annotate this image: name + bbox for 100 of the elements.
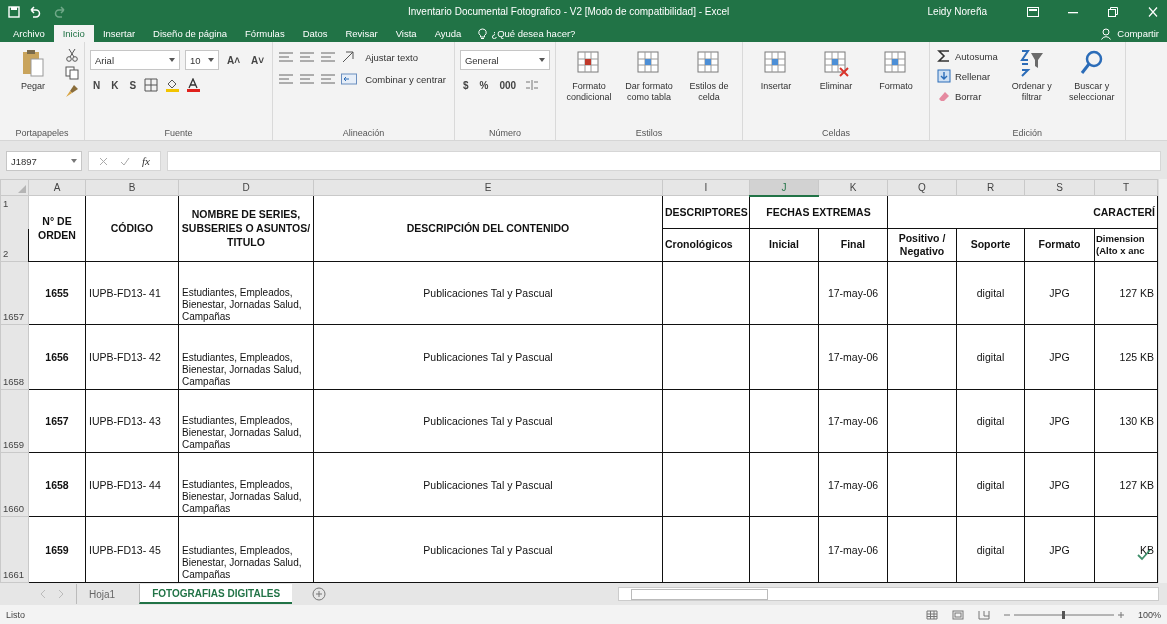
dropdown-field[interactable]: General (459, 50, 550, 70)
align-icon[interactable] (278, 72, 295, 86)
insert-function-button[interactable]: fx (142, 155, 150, 167)
ribbon-tab[interactable]: Datos (293, 25, 337, 42)
ribbon-button[interactable]: Eliminar (807, 46, 864, 95)
ribbon-button[interactable]: Ajustar texto (362, 50, 421, 64)
redo-icon[interactable] (52, 5, 68, 18)
column-header[interactable]: J (749, 179, 819, 196)
decimals-icon[interactable] (524, 78, 541, 92)
ribbon-button[interactable]: Autosuma (934, 48, 1000, 64)
zoom-slider-icon[interactable] (1003, 610, 1124, 620)
format-button[interactable]: $ (459, 78, 472, 92)
zoom-level[interactable]: 100% (1137, 610, 1161, 620)
column-header[interactable]: S (1024, 179, 1095, 196)
person-icon (1101, 27, 1114, 40)
column-header[interactable]: Q (887, 179, 957, 196)
table-cell: Estudiantes, Empleados, Bienestar, Jornadas Salud, Campañas (178, 452, 314, 517)
check-icon[interactable] (120, 156, 130, 166)
row-header[interactable]: 1 (0, 195, 29, 229)
ribbon-tab[interactable]: Inicio (53, 25, 94, 42)
sheet-tab[interactable]: Hoja1 (76, 584, 128, 604)
ribbon-button[interactable]: Combinar y centrar (362, 72, 449, 86)
ribbon-button[interactable]: Formato (867, 46, 924, 95)
format-button[interactable]: N (90, 78, 104, 92)
share-label: Compartir (1117, 28, 1159, 39)
scroll-left-icon[interactable] (40, 590, 46, 598)
dropdown-field[interactable]: Arial (90, 50, 180, 70)
borders-icon[interactable] (144, 78, 161, 92)
column-header[interactable]: B (85, 179, 179, 196)
row-header[interactable]: 1658 (0, 324, 29, 390)
share-button[interactable]: Compartir (1093, 25, 1167, 42)
column-header[interactable]: T (1094, 179, 1158, 196)
align-icon[interactable] (299, 50, 316, 64)
ribbon-tab[interactable]: Insertar (93, 25, 145, 42)
table-cell: digital (956, 324, 1025, 390)
ribbon-button[interactable]: Dar formato como tabla (620, 46, 677, 106)
table-cell: KB (1094, 516, 1158, 583)
format-button[interactable]: S (126, 78, 140, 92)
vertical-scrollbar[interactable] (1158, 179, 1167, 583)
column-title: CARACTERÍ (887, 195, 1158, 229)
ribbon-button[interactable]: Ordenar y filtrar (1003, 46, 1060, 106)
table-cell: 127 KB (1094, 261, 1158, 325)
close-icon[interactable] (1147, 6, 1159, 17)
row-header[interactable]: 1657 (0, 261, 29, 325)
ribbon-button[interactable]: Rellenar (934, 68, 1000, 84)
ribbon-button[interactable]: Buscar y seleccionar (1063, 46, 1120, 106)
format-button[interactable]: A˄ (224, 53, 244, 67)
horizontal-scrollbar[interactable] (618, 587, 1159, 601)
name-box[interactable]: J1897 (6, 151, 82, 171)
select-all-icon[interactable] (18, 185, 26, 194)
maximize-icon[interactable] (1107, 6, 1119, 17)
page-break-icon[interactable] (977, 610, 990, 620)
table-cell: Estudiantes, Empleados, Bienestar, Jornadas Salud, Campañas (178, 389, 314, 453)
ribbon-tab[interactable]: Vista (386, 25, 426, 42)
ribbon-tab[interactable]: Diseño de página (144, 25, 237, 42)
ribbon-button[interactable]: Borrar (934, 88, 1000, 104)
tell-me-button[interactable]: ¿Qué desea hacer? (470, 25, 584, 42)
brush-icon[interactable] (65, 84, 79, 98)
dropdown-field[interactable]: 10 (185, 50, 219, 70)
row-header[interactable]: 2 (0, 228, 29, 262)
copy-icon[interactable] (65, 66, 79, 80)
ribbon-display-icon[interactable] (1027, 6, 1039, 17)
format-button[interactable]: A˅ (248, 53, 268, 67)
ribbon-button[interactable]: Insertar (747, 46, 804, 95)
ribbon-button[interactable]: Pegar (5, 46, 61, 95)
table-cell: digital (956, 389, 1025, 453)
align-icon[interactable] (278, 50, 295, 64)
column-header[interactable]: A (28, 179, 86, 196)
column-header[interactable]: R (956, 179, 1025, 196)
scissors-icon[interactable] (65, 48, 79, 62)
row-header[interactable]: 1660 (0, 452, 29, 517)
format-button[interactable]: K (108, 78, 122, 92)
format-button[interactable]: % (476, 78, 492, 92)
cancel-icon[interactable] (99, 156, 108, 166)
column-header[interactable]: D (178, 179, 314, 196)
align-icon[interactable] (299, 72, 316, 86)
format-button[interactable]: 000 (496, 78, 520, 92)
ribbon-button[interactable]: Estilos de celda (680, 46, 737, 106)
ribbon-tab[interactable]: Ayuda (425, 25, 471, 42)
save-icon[interactable] (8, 5, 20, 18)
add-sheet-icon[interactable] (312, 587, 327, 601)
column-header[interactable]: K (818, 179, 888, 196)
align-icon[interactable] (320, 72, 337, 86)
fill-color-icon[interactable] (165, 78, 182, 92)
formula-input[interactable] (166, 151, 1161, 171)
font-color-icon[interactable] (186, 78, 203, 92)
scroll-right-icon[interactable] (58, 590, 64, 598)
page-layout-icon[interactable] (951, 610, 964, 620)
ribbon-tab[interactable]: Revisar (336, 25, 387, 42)
column-title: DESCRIPCIÓN DEL CONTENIDO (313, 195, 663, 262)
sheet-tab[interactable]: FOTOGRAFIAS DIGITALES (139, 584, 293, 604)
ribbon-tab[interactable]: Archivo (4, 25, 54, 42)
row-header[interactable]: 1661 (0, 516, 29, 583)
indent-icon[interactable] (341, 72, 358, 86)
ribbon-tab[interactable]: Fórmulas (236, 25, 294, 42)
normal-view-icon[interactable] (925, 610, 938, 620)
row-header[interactable]: 1659 (0, 389, 29, 453)
ribbon-button[interactable]: Formato condicional (560, 46, 617, 106)
column-header[interactable]: E (313, 179, 663, 196)
column-header[interactable]: I (662, 179, 750, 196)
